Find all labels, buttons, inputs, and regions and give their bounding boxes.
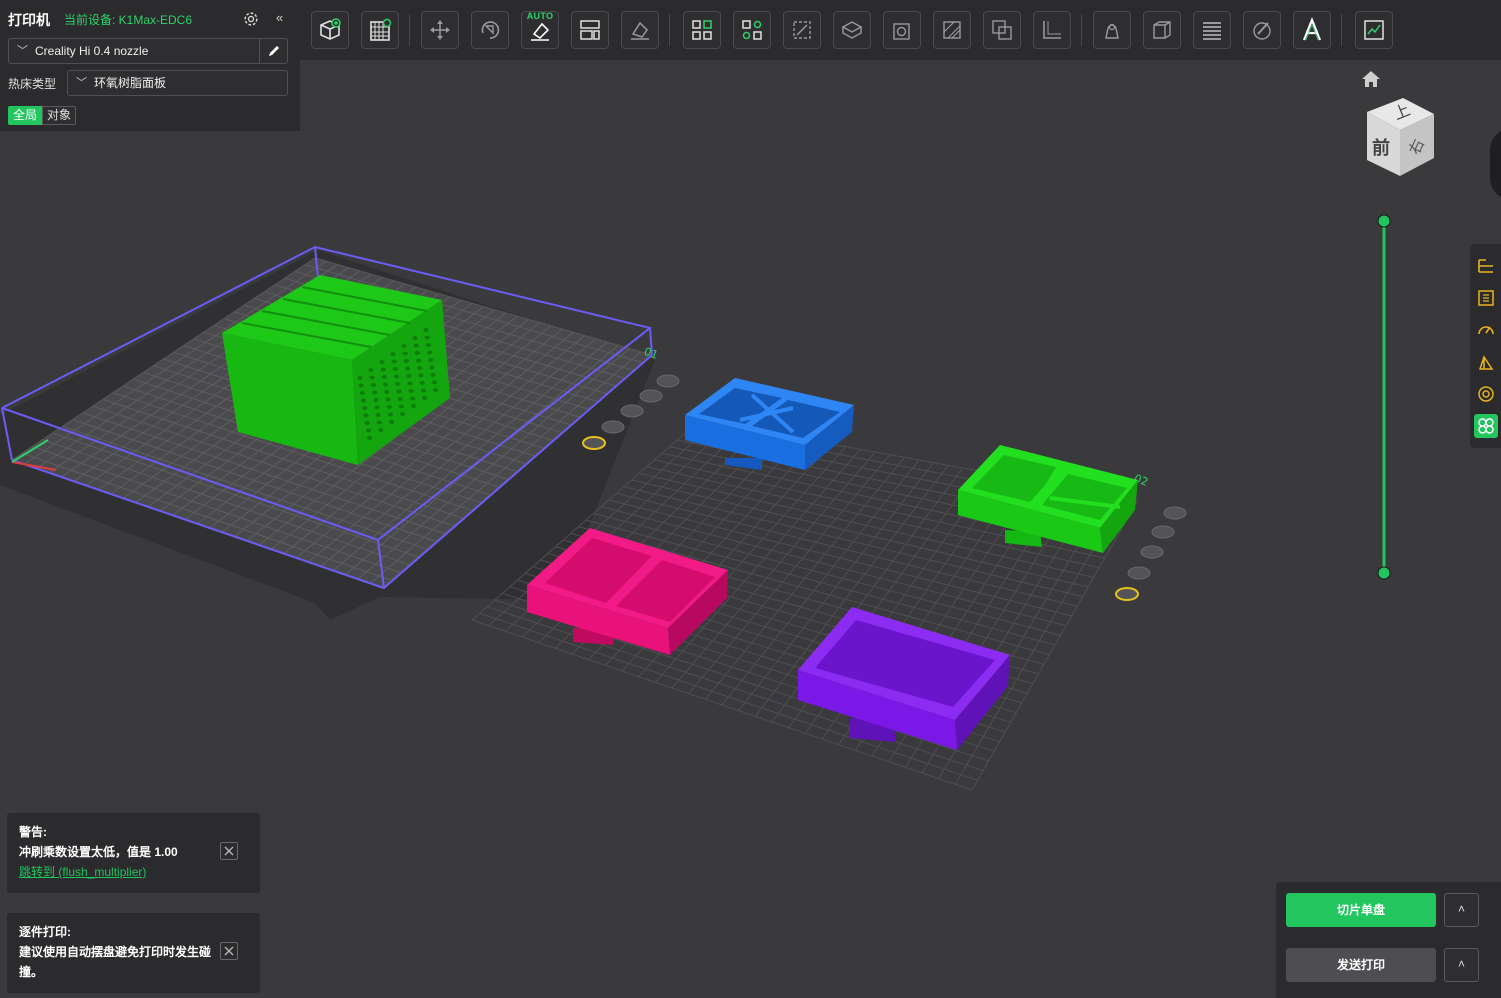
add-plate-button[interactable] (361, 11, 399, 49)
chevron-down-icon: ﹀ (17, 45, 28, 57)
edit-printer-button[interactable] (259, 38, 288, 64)
send-print-button[interactable]: 发送打印 (1286, 948, 1436, 982)
boolean-icon (992, 20, 1012, 40)
slice-plate-button[interactable]: 切片单盘 (1286, 893, 1436, 927)
auto-badge: AUTO (526, 11, 554, 21)
seam-button[interactable] (1093, 11, 1131, 49)
brush-icon (1253, 22, 1271, 40)
layer-slider[interactable] (1376, 213, 1392, 581)
hollow-button[interactable] (883, 11, 921, 49)
support-button[interactable] (1474, 350, 1498, 374)
rotate-icon (481, 21, 500, 39)
current-device: 当前设备: K1Max-EDC6 (64, 13, 193, 27)
boolean-button[interactable] (983, 11, 1021, 49)
layers-icon (1203, 22, 1221, 40)
paint-button[interactable] (1243, 11, 1281, 49)
flush-multiplier-link[interactable]: 跳转到 (flush_multiplier) (19, 862, 248, 882)
move-button[interactable] (421, 11, 459, 49)
sequential-print-notification: 逐件打印: 建议使用自动摆盘避免打印时发生碰撞。 (7, 913, 260, 993)
measure-icon (1043, 21, 1061, 39)
lay-flat-button[interactable] (621, 11, 659, 49)
settings-grid-icon (1478, 290, 1494, 306)
collapse-panel-icon[interactable]: « (276, 10, 283, 25)
layout-icon (580, 20, 600, 40)
app-window: 01 02 打印机 当前设备: K1Max-EDC6 « ﹀ Creality … (0, 0, 1501, 998)
slider-top-handle[interactable] (1377, 214, 1391, 228)
mmu-button[interactable] (1143, 11, 1181, 49)
scope-global-toggle[interactable]: 全局 (8, 106, 43, 125)
nozzle-select[interactable]: ﹀ Creality Hi 0.4 nozzle (8, 38, 288, 64)
support-paint-icon (943, 21, 961, 39)
warning-title: 警告: (19, 825, 47, 839)
auto-orient-button[interactable]: AUTO (521, 11, 559, 49)
sequential-message: 建议使用自动摆盘避免打印时发生碰撞。 (19, 945, 212, 979)
warning-message: 冲刷乘数设置太低，值是 1.00 (19, 845, 178, 859)
cube-segment-icon (1153, 21, 1171, 39)
main-toolbar: AUTO (300, 0, 1501, 60)
close-sequential-button[interactable] (220, 942, 238, 960)
object-list-button[interactable] (1474, 254, 1498, 278)
add-object-button[interactable] (311, 11, 349, 49)
arrange-settings-icon (742, 20, 762, 40)
nozzle-value: Creality Hi 0.4 nozzle (35, 44, 149, 58)
arrange-button[interactable] (683, 11, 721, 49)
slice-options-caret[interactable]: ˄ (1444, 893, 1479, 927)
speedometer-icon (1478, 326, 1494, 335)
close-icon (224, 946, 234, 956)
assembly-icon (1364, 20, 1384, 40)
paint-support-button[interactable] (933, 11, 971, 49)
slider-bottom-handle[interactable] (1377, 566, 1391, 580)
gear-icon[interactable] (242, 10, 260, 28)
clover-icon (1478, 418, 1494, 434)
view-cube[interactable]: 上 前 右 (1360, 92, 1440, 182)
text-button[interactable] (1293, 11, 1331, 49)
print-actions: 切片单盘 ˄ 发送打印 ˄ (1276, 882, 1501, 998)
cut-icon (841, 21, 863, 39)
warning-notification: 警告: 冲刷乘数设置太低，值是 1.00 跳转到 (flush_multipli… (7, 813, 260, 893)
cut-button[interactable] (833, 11, 871, 49)
cube-front-label: 前 (1372, 137, 1390, 159)
list-icon (1478, 259, 1493, 273)
add-cube-icon (320, 18, 341, 40)
arrange-settings-button[interactable] (733, 11, 771, 49)
arrange-icon (692, 20, 712, 40)
close-warning-button[interactable] (220, 842, 238, 860)
grid-plate-icon (370, 18, 392, 41)
speed-button[interactable] (1474, 318, 1498, 342)
close-icon (224, 846, 234, 856)
rotate-button[interactable] (471, 11, 509, 49)
bed-type-value: 环氧树脂面板 (94, 76, 167, 90)
layout-button[interactable] (571, 11, 609, 49)
pencil-icon (269, 46, 279, 56)
object-settings-button[interactable] (1474, 286, 1498, 310)
printer-title: 打印机 (8, 12, 50, 28)
chevron-down-icon: ﹀ (76, 77, 87, 89)
lay-flat-icon (631, 21, 649, 40)
sequential-title: 逐件打印: (19, 925, 71, 939)
move-icon (430, 20, 450, 40)
home-icon[interactable] (1361, 70, 1381, 88)
scale-icon (793, 21, 811, 39)
scope-object-toggle[interactable]: 对象 (42, 106, 77, 125)
bed-type-select[interactable]: ﹀ 环氧树脂面板 (67, 70, 288, 96)
hollow-icon (893, 23, 910, 40)
bed-type-label: 热床类型 (8, 77, 57, 91)
seam-icon (1105, 23, 1119, 39)
measure-button[interactable] (1033, 11, 1071, 49)
scale-button[interactable] (783, 11, 821, 49)
variable-layer-button[interactable] (1193, 11, 1231, 49)
support-icon (1478, 355, 1494, 370)
text-a-icon (1302, 17, 1322, 41)
send-options-caret[interactable]: ˄ (1444, 948, 1479, 982)
plugins-button[interactable] (1474, 414, 1498, 438)
printer-panel: 打印机 当前设备: K1Max-EDC6 « ﹀ Creality Hi 0.4… (0, 0, 300, 131)
material-button[interactable] (1474, 382, 1498, 406)
right-toolbar (1470, 244, 1501, 448)
target-icon (1478, 386, 1494, 402)
assembly-button[interactable] (1355, 11, 1393, 49)
